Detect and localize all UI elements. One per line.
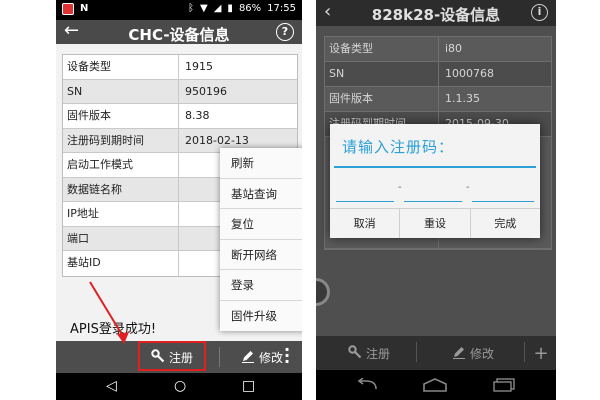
row-key: IP地址 (63, 202, 179, 226)
menu-item-refresh[interactable]: 刷新 (220, 148, 302, 179)
divider (219, 347, 220, 367)
android-nav-bar: ◁ ○ □ (56, 373, 302, 400)
menu-item-base-query[interactable]: 基站查询 (220, 179, 302, 209)
info-icon[interactable]: i (531, 4, 548, 21)
code-separator: - (398, 182, 402, 193)
table-row: SN 1000768 (325, 62, 551, 87)
menu-item-reset[interactable]: 复位 (220, 209, 302, 240)
row-value: 950196 (185, 84, 227, 98)
recents-icon[interactable] (492, 378, 516, 392)
row-value: 1000768 (445, 67, 494, 80)
add-button[interactable]: + (528, 336, 554, 370)
row-value: 1915 (185, 60, 213, 73)
battery-percent: 86% (238, 3, 262, 14)
right-phone-screen: ‹ 828k28-设备信息 i 设备类型 i80 SN 1000768 固件版本 1.… (316, 0, 556, 400)
row-key: 设备类型 (325, 37, 439, 61)
divider (524, 342, 525, 362)
n-notification-icon: N (80, 3, 89, 14)
cancel-button[interactable]: 取消 (330, 209, 401, 238)
annotation-arrow-icon (89, 281, 129, 344)
table-row: 设备类型 i80 (325, 37, 551, 62)
back-triangle-icon[interactable]: ◁ (106, 379, 117, 393)
bottom-action-bar: 注册 修改 + (316, 336, 556, 370)
table-row: 设备类型 1915 (63, 55, 297, 80)
page-title: 828k28-设备信息 (371, 6, 501, 24)
floating-handle[interactable] (316, 278, 330, 306)
row-value: i80 (445, 42, 463, 55)
dialog-title-divider (334, 166, 536, 168)
code-separator: - (466, 182, 470, 193)
home-circle-icon[interactable]: ○ (174, 379, 186, 393)
dialog-title: 请输入注册码： (342, 138, 455, 156)
pencil-icon (452, 345, 466, 362)
recents-square-icon[interactable]: □ (242, 379, 255, 393)
row-key: 固件版本 (325, 87, 439, 111)
row-key: 固件版本 (63, 104, 179, 128)
row-key: 设备类型 (63, 55, 179, 79)
code-input-1[interactable] (336, 186, 394, 202)
app-notification-icon (62, 3, 74, 15)
wifi-icon: ▼ (200, 3, 208, 14)
overflow-menu-icon[interactable]: · · · (282, 342, 292, 370)
row-key: 注册码到期时间 (63, 128, 179, 152)
key-icon (348, 344, 362, 362)
battery-icon: ▮ (227, 3, 233, 14)
home-icon[interactable] (422, 378, 448, 392)
divider (416, 342, 417, 362)
register-button[interactable]: 注册 (334, 336, 404, 370)
signal-icon: ◢ (213, 3, 222, 14)
done-button[interactable]: 完成 (471, 209, 540, 238)
page-title: CHC-设备信息 (128, 26, 230, 44)
register-highlight-box (138, 341, 206, 371)
table-row: SN 950196 (63, 79, 297, 104)
code-input-2[interactable] (404, 186, 462, 202)
overflow-popup-menu: 刷新 基站查询 复位 断开网络 登录 固件升级 (220, 148, 302, 331)
row-key: 端口 (63, 226, 179, 250)
row-key: 启动工作模式 (63, 153, 179, 177)
app-header: ← CHC-设备信息 ? (56, 20, 302, 44)
clock: 17:55 (267, 3, 296, 14)
register-label: 注册 (365, 346, 390, 361)
modify-label: 修改 (469, 346, 494, 361)
table-row: 固件版本 1.1.35 (325, 87, 551, 112)
row-key: SN (63, 79, 179, 103)
menu-item-disconnect[interactable]: 断开网络 (220, 240, 302, 270)
back-chevron-icon[interactable]: ‹ (324, 2, 331, 22)
pencil-icon (241, 349, 255, 366)
android-nav-bar (316, 370, 556, 400)
reset-button[interactable]: 重设 (400, 209, 471, 238)
menu-item-firmware-upgrade[interactable]: 固件升级 (220, 301, 302, 332)
row-key: 基站ID (63, 251, 179, 276)
status-bar: N ᛒ ▼ ◢ ▮ 86% 17:55 (56, 0, 302, 20)
dialog-buttons: 取消 重设 完成 (330, 208, 540, 238)
code-input-3[interactable] (472, 186, 534, 202)
row-value: 1.1.35 (445, 92, 480, 105)
row-key: 数据链名称 (63, 177, 179, 201)
bluetooth-icon: ᛒ (188, 3, 195, 14)
table-row: 固件版本 8.38 (63, 104, 297, 129)
register-code-dialog: 请输入注册码： - - 取消 重设 完成 (330, 124, 540, 238)
back-arrow-icon[interactable] (356, 378, 378, 392)
row-key: SN (325, 62, 439, 86)
help-icon[interactable]: ? (276, 23, 294, 41)
row-value: 8.38 (185, 109, 210, 122)
modify-button[interactable]: 修改 (438, 336, 508, 370)
modify-label: 修改 (258, 350, 283, 365)
app-header: ‹ 828k28-设备信息 i (316, 0, 556, 26)
menu-item-login[interactable]: 登录 (220, 270, 302, 301)
